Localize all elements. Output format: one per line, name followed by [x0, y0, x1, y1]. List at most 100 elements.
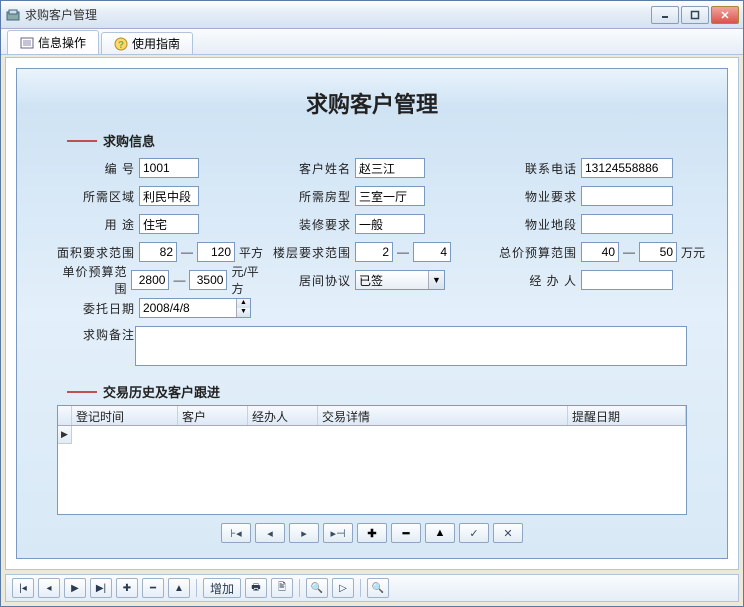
remark-textarea[interactable] [135, 326, 687, 366]
search-button[interactable]: 🔍 [306, 578, 328, 598]
tab-guide[interactable]: ? 使用指南 [101, 32, 193, 54]
tb-insert-button[interactable]: ✚ [116, 578, 138, 598]
id-label: 编 号 [57, 160, 135, 177]
purpose-label: 用 途 [57, 216, 135, 233]
printer-icon: 🖶 [251, 580, 260, 597]
tb-prev-button[interactable]: ◂ [38, 578, 60, 598]
floor-to-input[interactable] [413, 242, 451, 262]
close-button[interactable] [711, 6, 739, 24]
decor-label: 装修要求 [273, 216, 351, 233]
tab-info-ops[interactable]: 信息操作 [7, 30, 99, 54]
propreq-input[interactable] [581, 186, 673, 206]
range-sep: — [397, 245, 409, 259]
region-label: 所需区域 [57, 188, 135, 205]
nav-post-button[interactable]: ✓ [459, 523, 489, 543]
tabstrip: 信息操作 ? 使用指南 [1, 29, 743, 55]
col-detail[interactable]: 交易详情 [318, 406, 568, 425]
col-customer[interactable]: 客户 [178, 406, 248, 425]
window-buttons [651, 6, 739, 24]
nav-first-button[interactable]: ⊦◂ [221, 523, 251, 543]
tb-edit-button[interactable]: ▲ [168, 578, 190, 598]
unitprice-from-input[interactable] [131, 270, 169, 290]
toolbar-divider [360, 579, 361, 597]
range-sep: — [173, 273, 185, 287]
view-button[interactable]: 🔍 [367, 578, 389, 598]
help-icon: ? [114, 37, 128, 51]
tb-delete-button[interactable]: ━ [142, 578, 164, 598]
agreement-combo[interactable]: 已签▼ [355, 270, 445, 290]
row-selector-header [58, 406, 72, 425]
propreq-label: 物业要求 [499, 188, 577, 205]
spinner-icon: ▲▼ [236, 299, 250, 317]
region-input[interactable] [139, 186, 199, 206]
nav-last-button[interactable]: ▸⊣ [323, 523, 353, 543]
chevron-down-icon: ▼ [428, 271, 444, 289]
col-remind-date[interactable]: 提醒日期 [568, 406, 686, 425]
maximize-button[interactable] [681, 6, 709, 24]
export-button[interactable]: 🖹 [271, 578, 293, 598]
print-button[interactable]: 🖶 [245, 578, 267, 598]
section-label: 物业地段 [499, 216, 577, 233]
decor-input[interactable] [355, 214, 425, 234]
area-to-input[interactable] [197, 242, 235, 262]
current-row-indicator: ▶ [58, 426, 72, 444]
floor-from-input[interactable] [355, 242, 393, 262]
agreement-label: 居间协议 [273, 272, 351, 289]
bottom-toolbar: |◂ ◂ ▶ ▶| ✚ ━ ▲ 增加 🖶 🖹 🔍 ▷ 🔍 [5, 574, 739, 602]
col-register-time[interactable]: 登记时间 [72, 406, 178, 425]
section-title: 交易历史及客户跟进 [103, 382, 220, 401]
name-input[interactable] [355, 158, 425, 178]
unitprice-label: 单价预算范围 [57, 263, 127, 297]
minimize-button[interactable] [651, 6, 679, 24]
budget-to-input[interactable] [639, 242, 677, 262]
section-input[interactable] [581, 214, 673, 234]
history-grid[interactable]: 登记时间 客户 经办人 交易详情 提醒日期 ▶ [57, 405, 687, 515]
roomtype-label: 所需房型 [273, 188, 351, 205]
nav-next-button[interactable]: ▸ [289, 523, 319, 543]
section-purchase-info: 求购信息 [67, 131, 727, 150]
area-from-input[interactable] [139, 242, 177, 262]
id-input[interactable] [139, 158, 199, 178]
col-handler[interactable]: 经办人 [248, 406, 318, 425]
record-navigator: ⊦◂ ◂ ▸ ▸⊣ ✚ ━ ▲ ✓ ✕ [17, 523, 727, 543]
nav-edit-button[interactable]: ▲ [425, 523, 455, 543]
titlebar: 求购客户管理 [1, 1, 743, 29]
tab-label: 使用指南 [132, 35, 180, 52]
play-button[interactable]: ▷ [332, 578, 354, 598]
unitprice-to-input[interactable] [189, 270, 227, 290]
roomtype-input[interactable] [355, 186, 425, 206]
handler-label: 经 办 人 [499, 272, 577, 289]
handler-input[interactable] [581, 270, 673, 290]
purpose-input[interactable] [139, 214, 199, 234]
section-history: 交易历史及客户跟进 [67, 382, 727, 401]
phone-input[interactable] [581, 158, 673, 178]
app-icon [5, 7, 21, 23]
phone-label: 联系电话 [499, 160, 577, 177]
section-dash [67, 140, 97, 142]
entrust-date-picker[interactable]: 2008/4/8 ▲▼ [139, 298, 251, 318]
tb-first-button[interactable]: |◂ [12, 578, 34, 598]
section-title: 求购信息 [103, 131, 155, 150]
nav-insert-button[interactable]: ✚ [357, 523, 387, 543]
entrust-date-value: 2008/4/8 [143, 301, 190, 315]
app-window: 求购客户管理 信息操作 ? 使用指南 求购客户管理 求购信息 编 号 [0, 0, 744, 607]
remark-label: 求购备注 [57, 326, 135, 366]
tb-next-button[interactable]: ▶ [64, 578, 86, 598]
tab-label: 信息操作 [38, 34, 86, 51]
budget-from-input[interactable] [581, 242, 619, 262]
nav-delete-button[interactable]: ━ [391, 523, 421, 543]
tb-last-button[interactable]: ▶| [90, 578, 112, 598]
play-icon: ▷ [339, 583, 347, 594]
nav-prev-button[interactable]: ◂ [255, 523, 285, 543]
list-icon [20, 36, 34, 50]
grid-header: 登记时间 客户 经办人 交易详情 提醒日期 [58, 406, 686, 426]
unitprice-unit: 元/平方 [231, 263, 267, 297]
range-sep: — [181, 245, 193, 259]
remark-row: 求购备注 [17, 322, 727, 370]
search-icon: 🔍 [311, 583, 323, 594]
add-button[interactable]: 增加 [203, 578, 241, 598]
nav-cancel-button[interactable]: ✕ [493, 523, 523, 543]
section-dash [67, 391, 97, 393]
entrust-date-label: 委托日期 [57, 300, 135, 317]
area-unit: 平方 [239, 244, 263, 261]
